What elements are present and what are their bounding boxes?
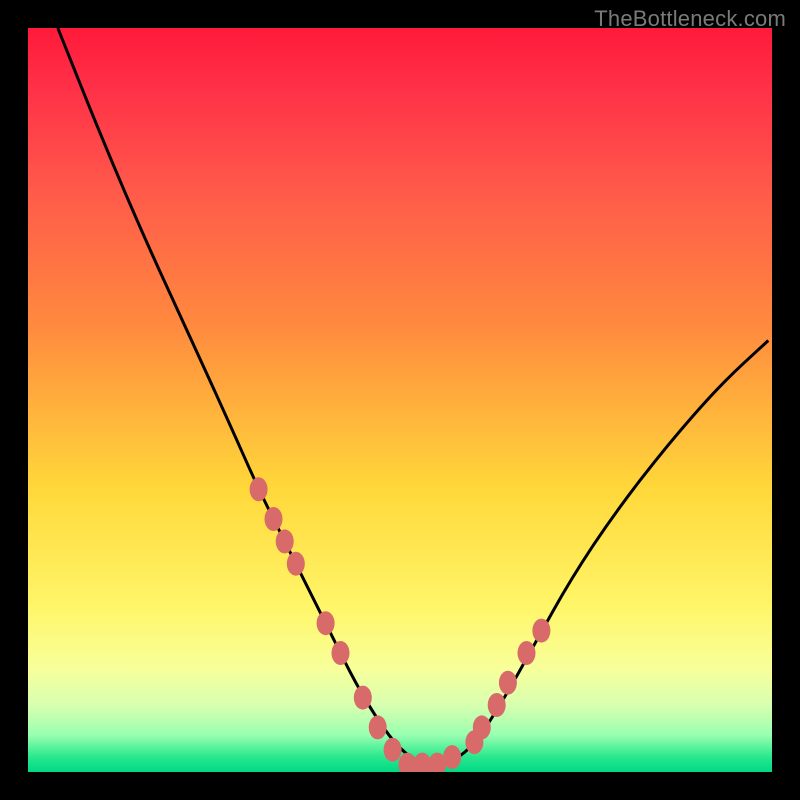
curve-marker — [488, 693, 506, 717]
curve-marker — [518, 641, 536, 665]
curve-marker — [265, 507, 283, 531]
bottleneck-curve — [58, 28, 769, 765]
watermark-text: TheBottleneck.com — [594, 6, 786, 32]
curve-marker — [287, 552, 305, 576]
chart-frame: TheBottleneck.com — [0, 0, 800, 800]
curve-marker — [250, 477, 268, 501]
curve-marker — [384, 738, 402, 762]
curve-marker — [332, 641, 350, 665]
curve-marker — [369, 715, 387, 739]
curve-marker — [354, 686, 372, 710]
curve-marker — [532, 619, 550, 643]
curve-marker — [473, 715, 491, 739]
plot-area — [28, 28, 772, 772]
curve-marker — [499, 671, 517, 695]
chart-svg — [28, 28, 772, 772]
curve-marker — [443, 745, 461, 769]
curve-marker — [276, 529, 294, 553]
curve-marker — [317, 611, 335, 635]
marker-group — [250, 477, 551, 772]
